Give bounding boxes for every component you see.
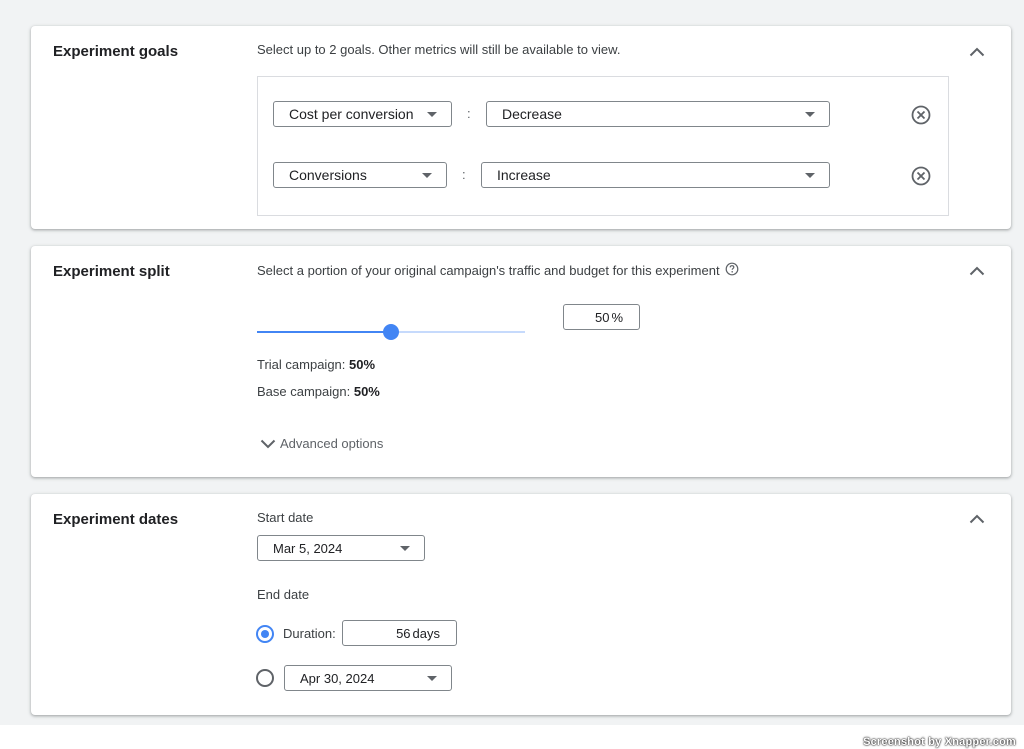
split-percent-value: 50	[594, 309, 610, 325]
chevron-up-icon	[969, 47, 985, 57]
start-date-label: Start date	[257, 510, 314, 525]
split-description: Select a portion of your original campai…	[257, 262, 739, 278]
goal-direction-select-2[interactable]: Increase	[481, 162, 830, 188]
base-campaign-value: 50%	[353, 384, 380, 399]
trial-campaign-label: Trial campaign:	[257, 357, 349, 372]
trial-campaign-line: Trial campaign: 50%	[257, 357, 375, 372]
goal-metric-select-2[interactable]: Conversions	[273, 162, 447, 188]
split-slider-fill	[257, 331, 391, 333]
goal-separator-1: :	[467, 106, 471, 121]
duration-value: 56	[396, 625, 411, 641]
duration-unit: days	[412, 625, 440, 641]
advanced-options-toggle[interactable]: Advanced options	[260, 436, 383, 451]
goals-description: Select up to 2 goals. Other metrics will…	[257, 42, 621, 57]
experiment-dates-card: Experiment dates Start date Mar 5, 2024 …	[31, 494, 1011, 715]
chevron-up-icon	[969, 514, 985, 524]
caret-down-icon	[422, 173, 432, 178]
split-slider[interactable]	[257, 324, 525, 340]
goals-collapse-button[interactable]	[965, 40, 989, 64]
trial-campaign-value: 50%	[349, 357, 376, 372]
caret-down-icon	[400, 546, 410, 551]
duration-label: Duration:	[283, 626, 336, 641]
caret-down-icon	[427, 112, 437, 117]
base-campaign-line: Base campaign: 50%	[257, 384, 380, 399]
duration-input[interactable]: 56 days	[342, 620, 457, 646]
split-collapse-button[interactable]	[965, 259, 989, 283]
advanced-options-label: Advanced options	[280, 436, 384, 451]
goal-separator-2: :	[462, 167, 466, 182]
caret-down-icon	[805, 173, 815, 178]
duration-radio[interactable]	[256, 625, 274, 643]
end-date-value: Apr 30, 2024	[300, 670, 375, 686]
end-date-label: End date	[257, 587, 310, 602]
goal-direction-select-1[interactable]: Decrease	[486, 101, 830, 127]
split-percent-input[interactable]: 50 %	[563, 304, 640, 330]
end-date-select[interactable]: Apr 30, 2024	[284, 665, 452, 691]
remove-goal-1-icon[interactable]	[910, 104, 932, 126]
split-description-text: Select a portion of your original campai…	[257, 263, 720, 278]
caret-down-icon	[805, 112, 815, 117]
goals-title: Experiment goals	[53, 43, 179, 60]
goals-box: Cost per conversion : Decrease Conversio…	[257, 76, 949, 216]
goal-metric-select-1[interactable]: Cost per conversion	[273, 101, 452, 127]
goal-metric-value-2: Conversions	[289, 167, 367, 183]
remove-goal-2-icon[interactable]	[910, 165, 932, 187]
experiment-split-card: Experiment split Select a portion of you…	[31, 246, 1011, 477]
dates-title: Experiment dates	[53, 511, 179, 528]
goal-metric-value-1: Cost per conversion	[289, 106, 414, 122]
help-icon[interactable]	[725, 262, 739, 276]
base-campaign-label: Base campaign:	[257, 384, 354, 399]
start-date-select[interactable]: Mar 5, 2024	[257, 535, 425, 561]
split-slider-thumb[interactable]	[383, 324, 399, 340]
split-percent-unit: %	[611, 309, 623, 325]
chevron-up-icon	[969, 266, 985, 276]
split-title: Experiment split	[53, 263, 170, 280]
caret-down-icon	[427, 676, 437, 681]
start-date-value: Mar 5, 2024	[273, 540, 343, 556]
goal-direction-value-1: Decrease	[502, 106, 562, 122]
goal-direction-value-2: Increase	[497, 167, 551, 183]
watermark: Screenshot by Xnapper.com	[863, 736, 1016, 748]
end-date-radio[interactable]	[256, 669, 274, 687]
dates-collapse-button[interactable]	[965, 507, 989, 531]
experiment-goals-card: Experiment goals Select up to 2 goals. O…	[31, 26, 1011, 229]
chevron-down-icon	[260, 439, 276, 448]
